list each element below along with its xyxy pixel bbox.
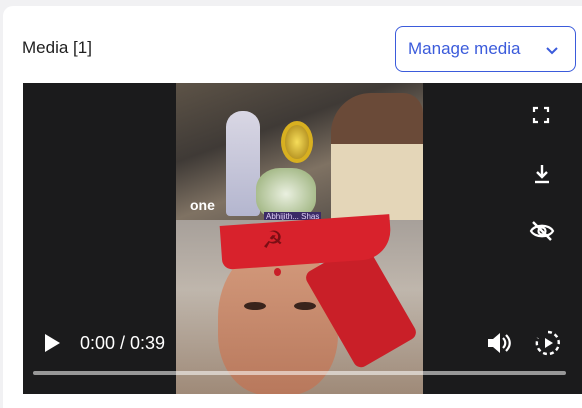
progress-bar[interactable] (33, 371, 566, 375)
manage-media-button[interactable]: Manage media (395, 26, 576, 72)
eye-off-icon[interactable] (529, 220, 555, 242)
chevron-down-icon (545, 42, 559, 56)
person (331, 93, 423, 220)
video-clip-bottom: ☭ (176, 214, 423, 394)
right-eye (294, 302, 316, 310)
channel-logo: one (190, 197, 215, 213)
video-frame[interactable]: one Abhijith... Shas ☭ (176, 83, 423, 394)
manage-media-label: Manage media (408, 39, 521, 58)
time-display: 0:00 / 0:39 (80, 333, 166, 353)
hammer-sickle-icon: ☭ (262, 227, 284, 254)
left-eye (244, 302, 266, 310)
media-title: Media [1] (22, 38, 92, 57)
download-icon[interactable] (532, 163, 552, 185)
golden-crown (281, 121, 313, 163)
volume-icon[interactable] (486, 331, 512, 355)
play-icon[interactable] (43, 333, 61, 353)
fullscreen-icon[interactable] (531, 105, 551, 125)
video-player[interactable]: one Abhijith... Shas ☭ 0:00 / 0:39 (23, 83, 582, 394)
video-clip-top: one Abhijith... Shas (176, 83, 423, 221)
playback-speed-icon[interactable] (535, 330, 561, 356)
forehead-dot (274, 268, 281, 276)
statue-figure (226, 111, 260, 216)
